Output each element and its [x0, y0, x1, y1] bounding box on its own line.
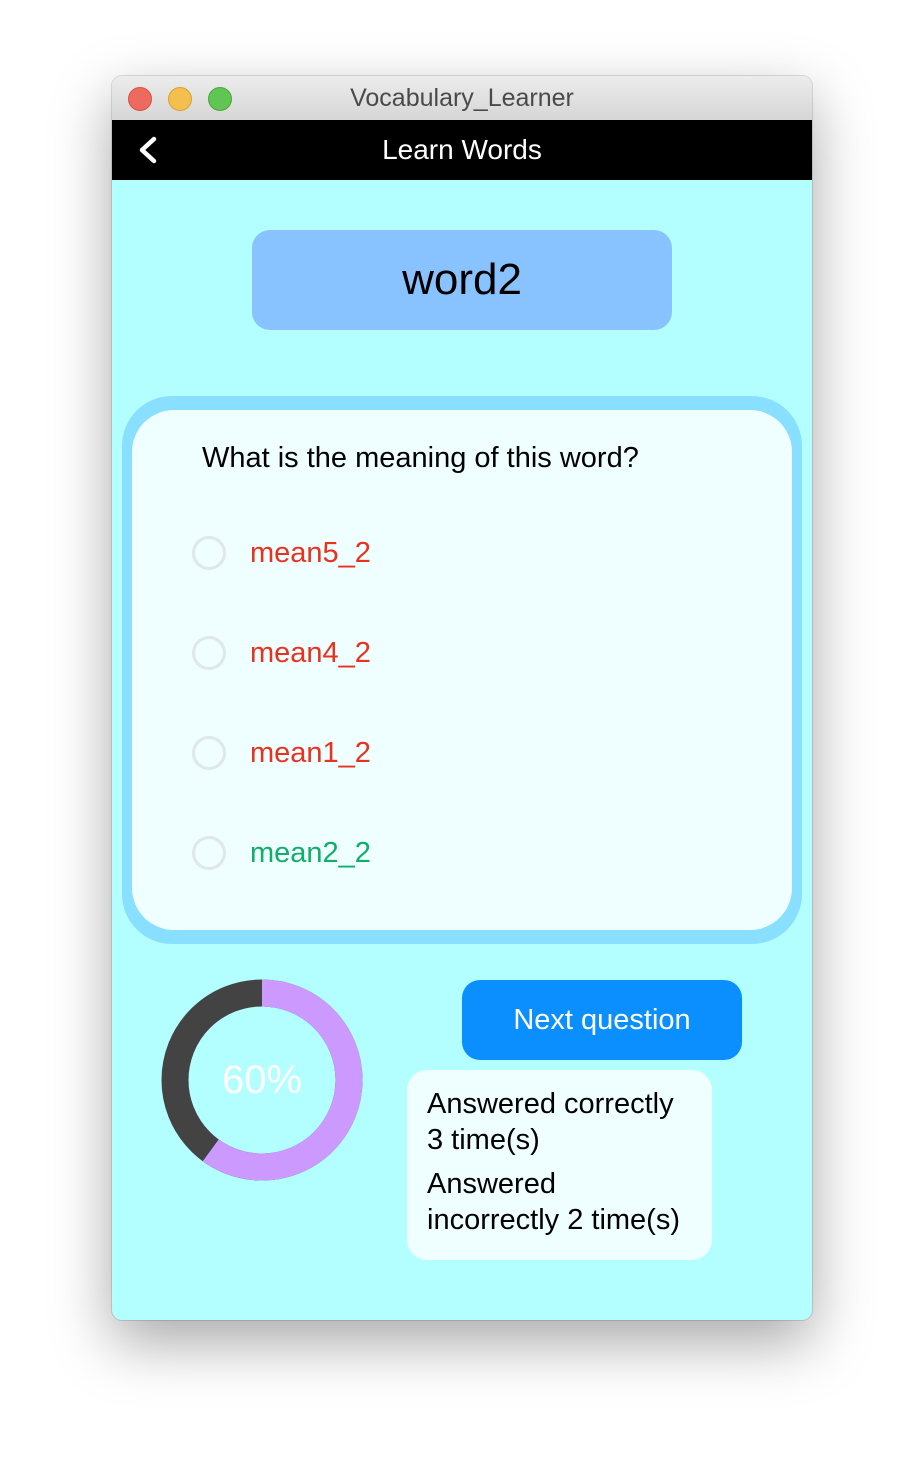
- window-titlebar: Vocabulary_Learner: [112, 76, 812, 121]
- word-text: word2: [402, 255, 522, 304]
- correct-count-text: Answered correctly 3 time(s): [427, 1088, 674, 1156]
- radio-button[interactable]: [192, 736, 226, 770]
- answer-option-label: mean1_2: [250, 736, 371, 769]
- answer-option-label: mean4_2: [250, 636, 371, 669]
- answer-stats-panel: Answered correctly 3 time(s) Answered in…: [407, 1070, 712, 1260]
- progress-ring: 60%: [160, 978, 364, 1182]
- question-card-border: What is the meaning of this word? mean5_…: [122, 396, 802, 944]
- app-bar: Learn Words: [112, 120, 812, 180]
- answer-option[interactable]: mean2_2: [192, 831, 371, 875]
- answer-option-label: mean5_2: [250, 536, 371, 569]
- next-question-label: Next question: [513, 1003, 691, 1036]
- answer-option[interactable]: mean5_2: [192, 531, 371, 575]
- window-title: Vocabulary_Learner: [350, 84, 574, 112]
- next-question-button[interactable]: Next question: [462, 980, 742, 1060]
- word-card: word2: [252, 230, 672, 330]
- progress-percent-label: 60%: [221, 1057, 303, 1102]
- answer-option[interactable]: mean4_2: [192, 631, 371, 675]
- question-text: What is the meaning of this word?: [202, 442, 639, 474]
- radio-button[interactable]: [192, 836, 226, 870]
- incorrect-count-text: Answered incorrectly 2 time(s): [427, 1168, 680, 1236]
- answer-option[interactable]: mean1_2: [192, 731, 371, 775]
- app-window: Vocabulary_Learner Learn Words word2 Wha…: [112, 76, 812, 1320]
- radio-button[interactable]: [192, 636, 226, 670]
- question-card: What is the meaning of this word? mean5_…: [132, 410, 792, 930]
- answer-option-label: mean2_2: [250, 836, 371, 869]
- radio-button[interactable]: [192, 536, 226, 570]
- page-title: Learn Words: [382, 134, 542, 165]
